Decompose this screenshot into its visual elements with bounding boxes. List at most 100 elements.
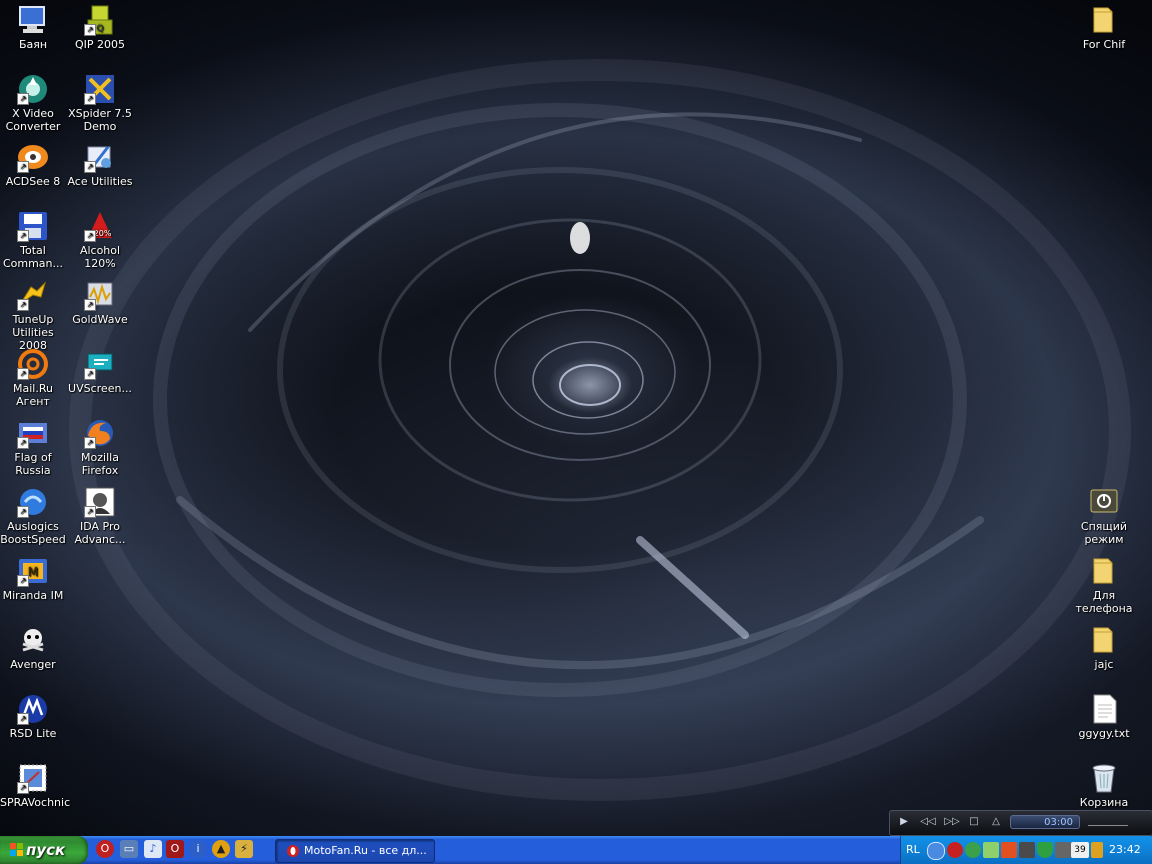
chat-tray-icon[interactable]	[983, 842, 999, 858]
shortcut-arrow-icon: ↗	[84, 24, 96, 36]
desktop-icon-mailru-agent[interactable]: ↗ Mail.Ru Агент	[0, 348, 66, 408]
desktop-icon-label: Total Comman...	[2, 244, 64, 270]
avenger-icon	[17, 624, 49, 656]
acdsee-icon: ↗	[17, 141, 49, 173]
ace-utilities-icon: ↗	[84, 141, 116, 173]
desktop-icon-boostspeed[interactable]: ↗ Auslogics BoostSpeed	[0, 486, 66, 546]
ida-pro-icon: ↗	[84, 486, 116, 518]
desktop-icon-label: Для телефона	[1075, 589, 1133, 615]
desktop-icon-label: For Chif	[1082, 38, 1126, 51]
shortcut-arrow-icon: ↗	[17, 299, 29, 311]
desktop-icon-label: QIP 2005	[74, 38, 126, 51]
desktop-icon-label: Avenger	[10, 658, 56, 671]
player-tray-icon[interactable]	[1001, 842, 1017, 858]
qip-icon: Q ↗	[84, 4, 116, 36]
text-file-icon	[1088, 693, 1120, 725]
desktop-icon-ggygy-txt[interactable]: ggygy.txt	[1071, 693, 1137, 740]
network-tray-icon[interactable]	[965, 842, 981, 858]
desktop-icon-total-commander[interactable]: ↗ Total Comman...	[0, 210, 66, 270]
power-icon	[1088, 486, 1120, 518]
motorola-icon: ↗	[17, 693, 49, 725]
playback-time: 03:00	[1044, 817, 1073, 828]
next-icon[interactable]: ▷▷	[944, 814, 960, 830]
mailru-agent-icon: ↗	[17, 348, 49, 380]
taskbar: пуск O ▭ ♪ O i ▲ ⚡ MotoFan.Ru - все дл..…	[0, 836, 1152, 864]
shortcut-arrow-icon: ↗	[17, 713, 29, 725]
tool-icon[interactable]: ⚡	[235, 840, 253, 858]
volume-slider[interactable]	[1088, 817, 1128, 826]
monitor-tray-icon[interactable]	[1019, 842, 1035, 858]
desktop-icon-for-chif[interactable]: For Chif	[1071, 4, 1137, 51]
start-label: пуск	[26, 841, 66, 859]
shortcut-arrow-icon: ↗	[84, 93, 96, 105]
desktop-icon-x-video-converter[interactable]: ↗ X Video Converter	[0, 73, 66, 133]
stamp-icon: ↗	[17, 762, 49, 794]
opera-browser-icon[interactable]: O	[166, 840, 184, 858]
previous-icon[interactable]: ◁◁	[920, 814, 936, 830]
opera-tray-icon[interactable]	[947, 842, 963, 858]
taskbar-button-motofan[interactable]: MotoFan.Ru - все дл...	[275, 839, 435, 863]
clock[interactable]: 23:42	[1109, 836, 1141, 864]
computer-icon	[17, 4, 49, 36]
desktop-icon-miranda[interactable]: M ↗ Miranda IM	[0, 555, 66, 602]
shortcut-arrow-icon: ↗	[84, 230, 96, 242]
desktop-icon-acdsee[interactable]: ↗ ACDSee 8	[0, 141, 66, 188]
tuneup-icon: ↗	[17, 279, 49, 311]
desktop-icon-flag-of-russia[interactable]: ↗ Flag of Russia	[0, 417, 66, 477]
video-converter-icon: ↗	[17, 73, 49, 105]
system-tray: RL 39 23:42	[900, 836, 1152, 864]
desktop-icon-tuneup[interactable]: ↗ TuneUp Utilities 2008	[0, 279, 66, 352]
desktop-icon-label: Miranda IM	[2, 589, 64, 602]
desktop-icon-ida-pro[interactable]: ↗ IDA Pro Advanc...	[67, 486, 133, 546]
shield-tray-icon[interactable]	[1037, 842, 1053, 858]
desktop-icon-qip[interactable]: Q ↗ QIP 2005	[67, 4, 133, 51]
counter-tray-icon[interactable]: 39	[1071, 842, 1089, 858]
show-desktop-icon[interactable]: ▭	[120, 840, 138, 858]
desktop-icon-label: Ace Utilities	[67, 175, 133, 188]
desktop-icon-jajc[interactable]: jajc	[1071, 624, 1137, 671]
desktop-icon-dlya-telefona[interactable]: Для телефона	[1071, 555, 1137, 615]
desktop-icon-label: X Video Converter	[5, 107, 61, 133]
desktop-icon-uvscreen[interactable]: ↗ UVScreen...	[67, 348, 133, 395]
desktop-icon-xspider[interactable]: ↗ XSpider 7.5 Demo	[67, 73, 133, 133]
bars-tray-icon[interactable]	[1091, 842, 1103, 858]
eject-icon[interactable]: △	[988, 814, 1004, 830]
play-icon[interactable]: ▶	[896, 814, 912, 830]
desktop-icon-label: RSD Lite	[9, 727, 57, 740]
desktop-icon-label: Спящий режим	[1080, 520, 1128, 546]
desktop-icon-goldwave[interactable]: ↗ GoldWave	[67, 279, 133, 326]
shortcut-arrow-icon: ↗	[84, 506, 96, 518]
shortcut-arrow-icon: ↗	[84, 368, 96, 380]
desktop-icon-label: Flag of Russia	[14, 451, 52, 477]
desktop-icon-ace-utilities[interactable]: ↗ Ace Utilities	[67, 141, 133, 188]
winamp-icon[interactable]: ▲	[212, 840, 230, 858]
show-hidden-icons-button[interactable]	[927, 842, 945, 860]
desktop-icon-avenger[interactable]: Avenger	[0, 624, 66, 671]
stop-icon[interactable]: □	[966, 814, 982, 830]
desktop-icon-bayan[interactable]: Баян	[0, 4, 66, 51]
start-button[interactable]: пуск	[0, 836, 88, 864]
seek-bar[interactable]: 03:00	[1010, 815, 1080, 829]
shortcut-arrow-icon: ↗	[17, 368, 29, 380]
opera-icon[interactable]: O	[96, 840, 114, 858]
desktop-icon-firefox[interactable]: ↗ Mozilla Firefox	[67, 417, 133, 477]
svg-text:M: M	[28, 565, 38, 579]
language-indicator[interactable]: RL	[906, 836, 920, 864]
desktop-icon-label: IDA Pro Advanc...	[74, 520, 126, 546]
desktop-icon-rsd-lite[interactable]: ↗ RSD Lite	[0, 693, 66, 740]
firefox-icon: ↗	[84, 417, 116, 449]
desktop-icon-spravochnic[interactable]: ↗ SPRAVochnic	[0, 762, 70, 809]
shortcut-arrow-icon: ↗	[17, 575, 29, 587]
flag-icon: ↗	[17, 417, 49, 449]
recycle-bin-icon	[1088, 762, 1120, 794]
equalizer-tray-icon[interactable]	[1055, 842, 1071, 858]
media-file-icon[interactable]: ♪	[144, 840, 162, 858]
desktop-icon-alcohol[interactable]: 120% ↗ Alcohol 120%	[67, 210, 133, 270]
shortcut-arrow-icon: ↗	[84, 299, 96, 311]
info-icon[interactable]: i	[189, 840, 207, 858]
desktop-icon-recycle-bin[interactable]: Корзина	[1071, 762, 1137, 809]
shortcut-arrow-icon: ↗	[17, 782, 29, 794]
desktop-icon-sleep-mode[interactable]: Спящий режим	[1071, 486, 1137, 546]
desktop-icon-label: GoldWave	[72, 313, 128, 326]
shortcut-arrow-icon: ↗	[17, 437, 29, 449]
